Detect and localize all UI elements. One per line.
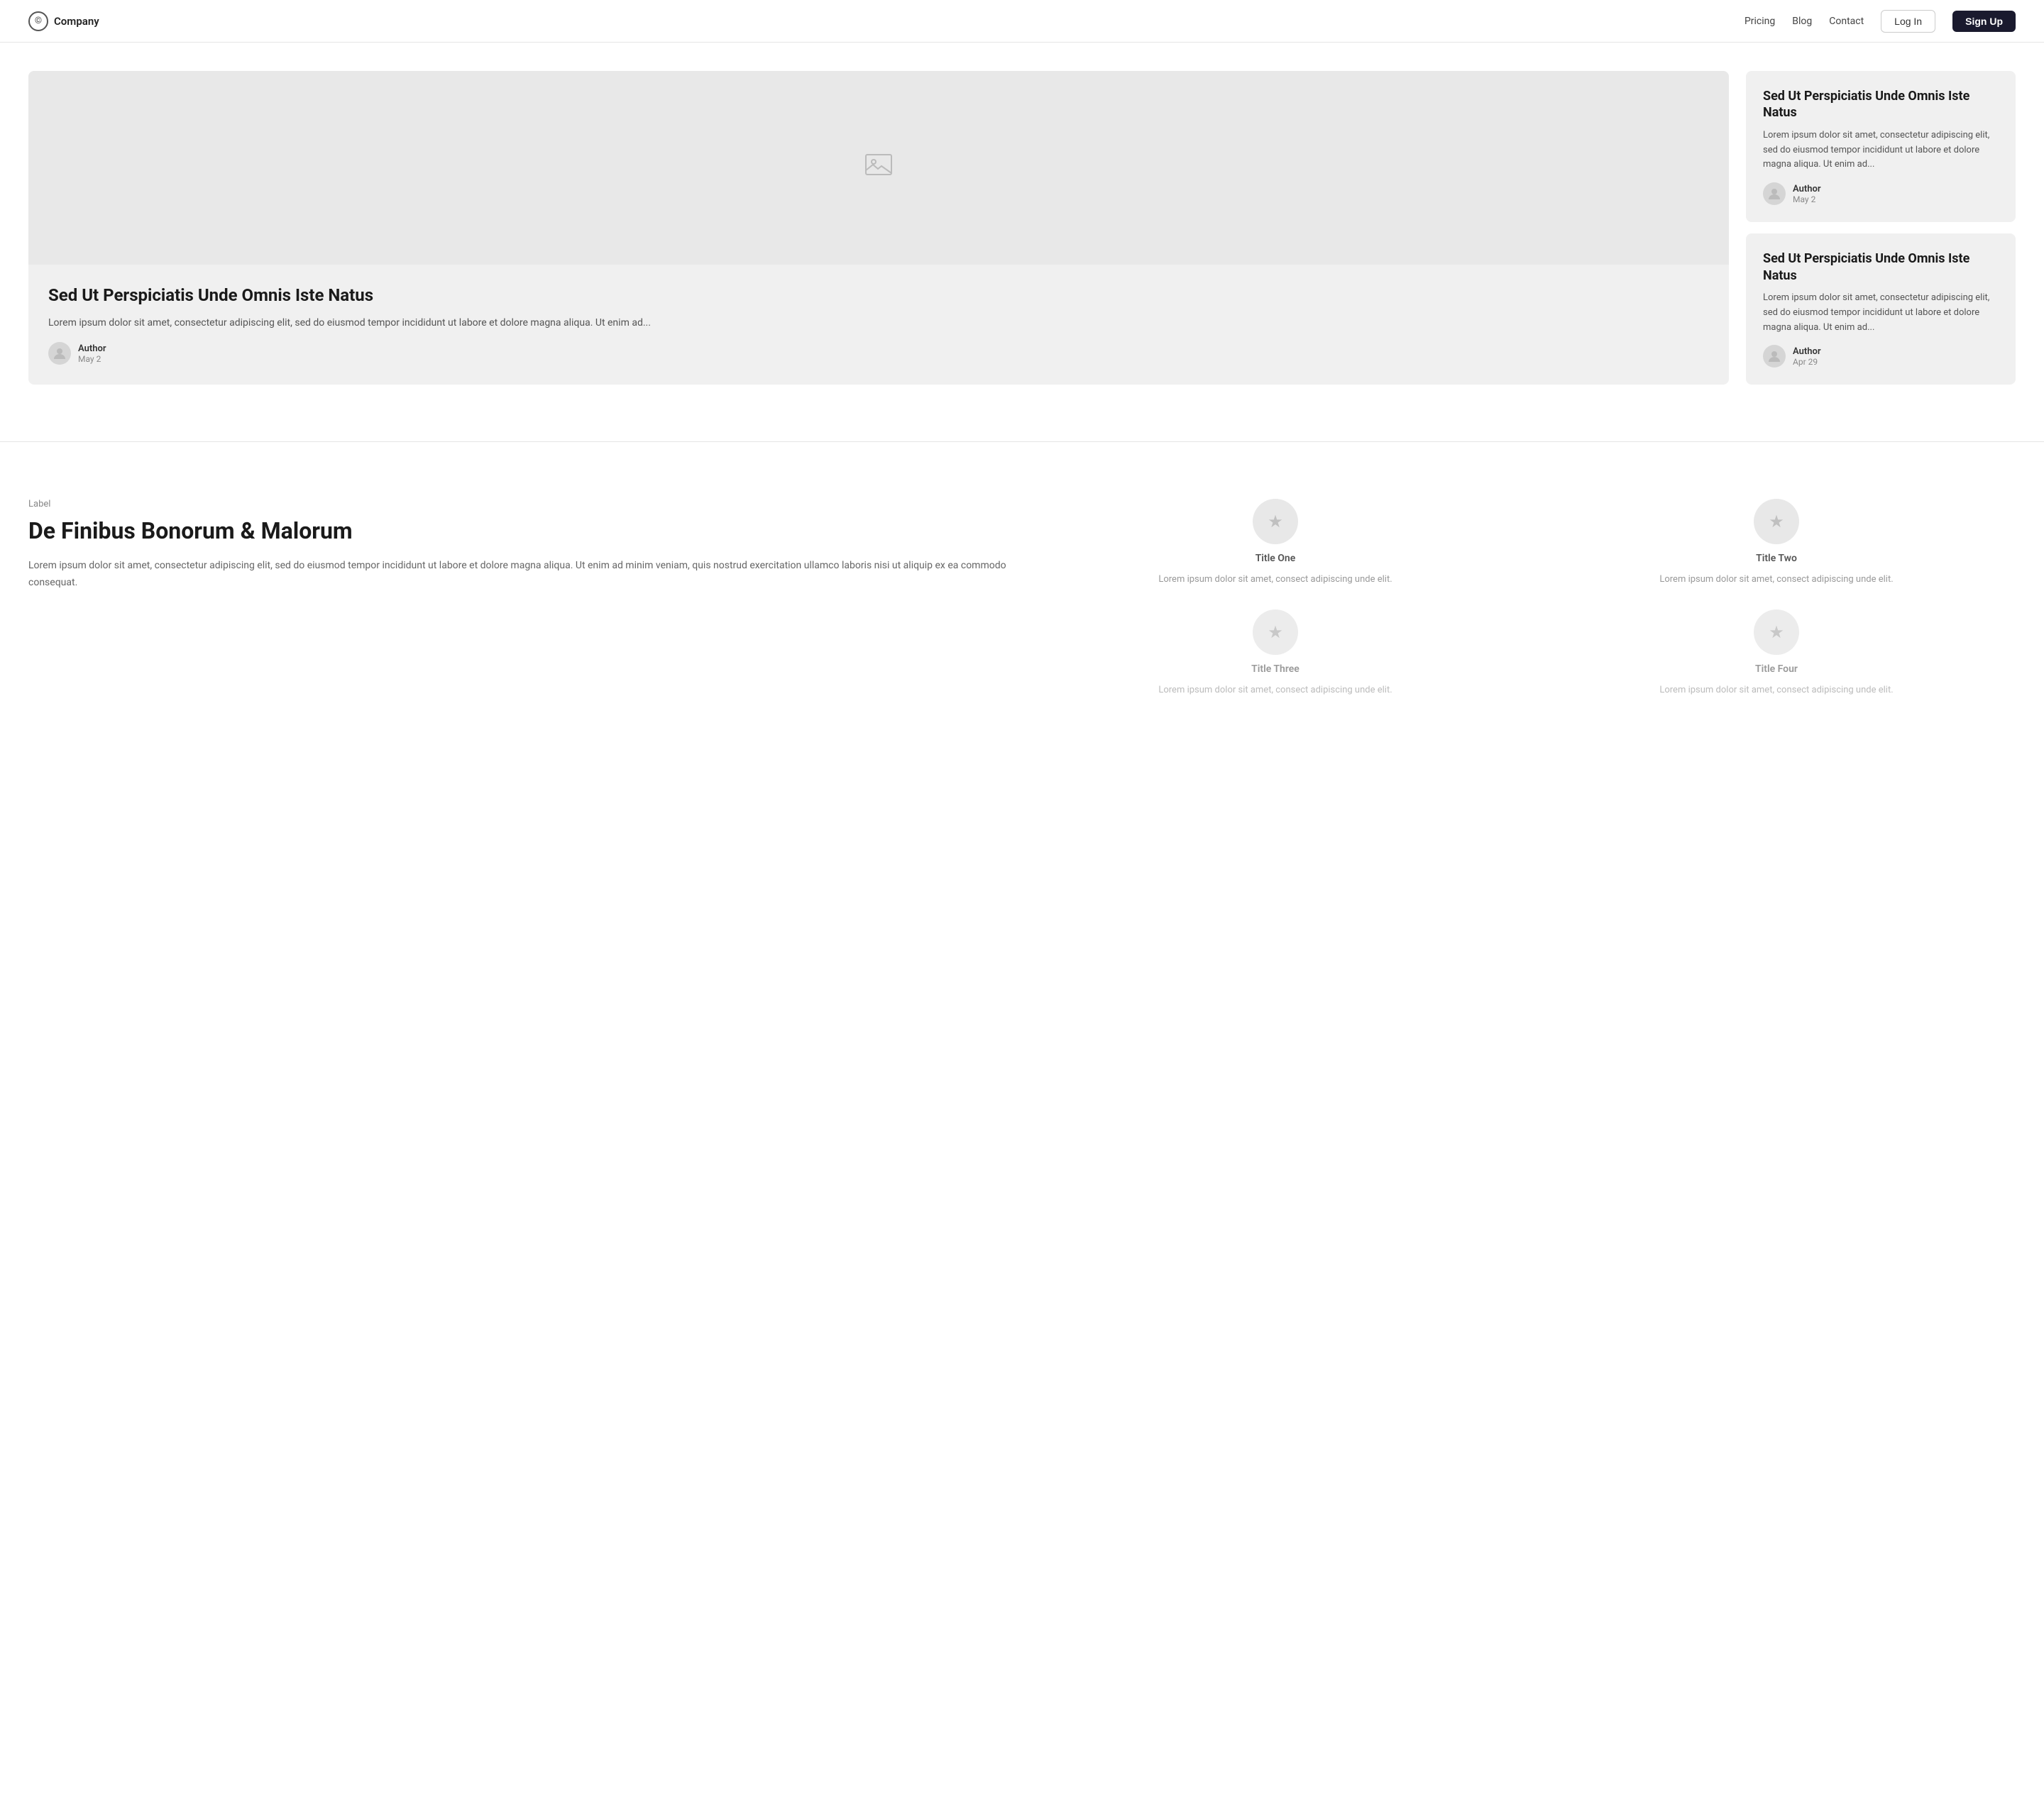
side-card-1-author-date: May 2 [1793,194,1821,204]
feature-title-3: Title Three [1251,663,1300,675]
nav-link-blog[interactable]: Blog [1792,16,1812,27]
brand: © Company [28,11,99,31]
feature-icon-4: ★ [1754,609,1799,655]
side-card-2-author-date: Apr 29 [1793,357,1821,367]
navbar: © Company Pricing Blog Contact Log In Si… [0,0,2044,43]
featured-excerpt: Lorem ipsum dolor sit amet, consectetur … [48,315,1709,331]
image-placeholder-icon [864,150,893,185]
featured-card[interactable]: Sed Ut Perspiciatis Unde Omnis Iste Natu… [28,71,1729,385]
feature-item-4: ★ Title Four Lorem ipsum dolor sit amet,… [1537,609,2016,697]
featured-title: Sed Ut Perspiciatis Unde Omnis Iste Natu… [48,285,1709,307]
side-card-1-author-name: Author [1793,184,1821,194]
featured-author-row: Author May 2 [48,342,1709,365]
side-card-1-title: Sed Ut Perspiciatis Unde Omnis Iste Natu… [1763,88,1999,121]
feature-title-1: Title One [1255,553,1296,564]
features-grid: ★ Title One Lorem ipsum dolor sit amet, … [1036,499,2016,697]
section-desc: Lorem ipsum dolor sit amet, consectetur … [28,558,1008,592]
feature-desc-2: Lorem ipsum dolor sit amet, consect adip… [1659,573,1893,587]
login-button[interactable]: Log In [1881,10,1935,33]
feature-icon-1: ★ [1253,499,1298,544]
feature-title-2: Title Two [1756,553,1797,564]
feature-icon-2: ★ [1754,499,1799,544]
brand-icon: © [28,11,48,31]
feature-title-4: Title Four [1755,663,1798,675]
feature-desc-3: Lorem ipsum dolor sit amet, consect adip… [1158,683,1392,697]
feature-item-3: ★ Title Three Lorem ipsum dolor sit amet… [1036,609,1515,697]
feature-icon-3: ★ [1253,609,1298,655]
section-title: De Finibus Bonorum & Malorum [28,517,1008,546]
feature-desc-4: Lorem ipsum dolor sit amet, consect adip… [1659,683,1893,697]
featured-content: Sed Ut Perspiciatis Unde Omnis Iste Natu… [28,265,1729,385]
nav-links: Pricing Blog Contact Log In Sign Up [1744,10,2016,33]
side-card-1-excerpt: Lorem ipsum dolor sit amet, consectetur … [1763,128,1999,172]
nav-link-contact[interactable]: Contact [1829,16,1864,27]
sidebar-cards: Sed Ut Perspiciatis Unde Omnis Iste Natu… [1746,71,2016,385]
side-card-1-author-row: Author May 2 [1763,182,1999,205]
side-card-2-author-info: Author Apr 29 [1793,346,1821,367]
star-icon-1: ★ [1268,512,1283,531]
side-card-2-title: Sed Ut Perspiciatis Unde Omnis Iste Natu… [1763,250,1999,284]
side-card-2-avatar [1763,345,1786,368]
nav-link-pricing[interactable]: Pricing [1744,16,1775,27]
blog-grid: Sed Ut Perspiciatis Unde Omnis Iste Natu… [28,71,2016,385]
side-card-2-excerpt: Lorem ipsum dolor sit amet, consectetur … [1763,291,1999,335]
section-label: Label [28,499,1008,509]
featured-author-date: May 2 [78,354,106,364]
features-left: Label De Finibus Bonorum & Malorum Lorem… [28,499,1008,697]
section-divider [0,441,2044,442]
feature-desc-1: Lorem ipsum dolor sit amet, consect adip… [1158,573,1392,587]
side-card-2[interactable]: Sed Ut Perspiciatis Unde Omnis Iste Natu… [1746,233,2016,385]
star-icon-2: ★ [1769,512,1784,531]
side-card-2-author-row: Author Apr 29 [1763,345,1999,368]
blog-section: Sed Ut Perspiciatis Unde Omnis Iste Natu… [0,43,2044,413]
featured-author-name: Author [78,343,106,354]
feature-item-1: ★ Title One Lorem ipsum dolor sit amet, … [1036,499,1515,587]
star-icon-3: ★ [1268,622,1283,642]
featured-author-info: Author May 2 [78,343,106,364]
side-card-2-author-name: Author [1793,346,1821,357]
features-section: Label De Finibus Bonorum & Malorum Lorem… [0,470,2044,739]
signup-button[interactable]: Sign Up [1952,11,2016,32]
feature-item-2: ★ Title Two Lorem ipsum dolor sit amet, … [1537,499,2016,587]
featured-image [28,71,1729,265]
side-card-1-author-info: Author May 2 [1793,184,1821,204]
side-card-1-avatar [1763,182,1786,205]
star-icon-4: ★ [1769,622,1784,642]
brand-name: Company [54,15,99,28]
featured-avatar [48,342,71,365]
side-card-1[interactable]: Sed Ut Perspiciatis Unde Omnis Iste Natu… [1746,71,2016,222]
